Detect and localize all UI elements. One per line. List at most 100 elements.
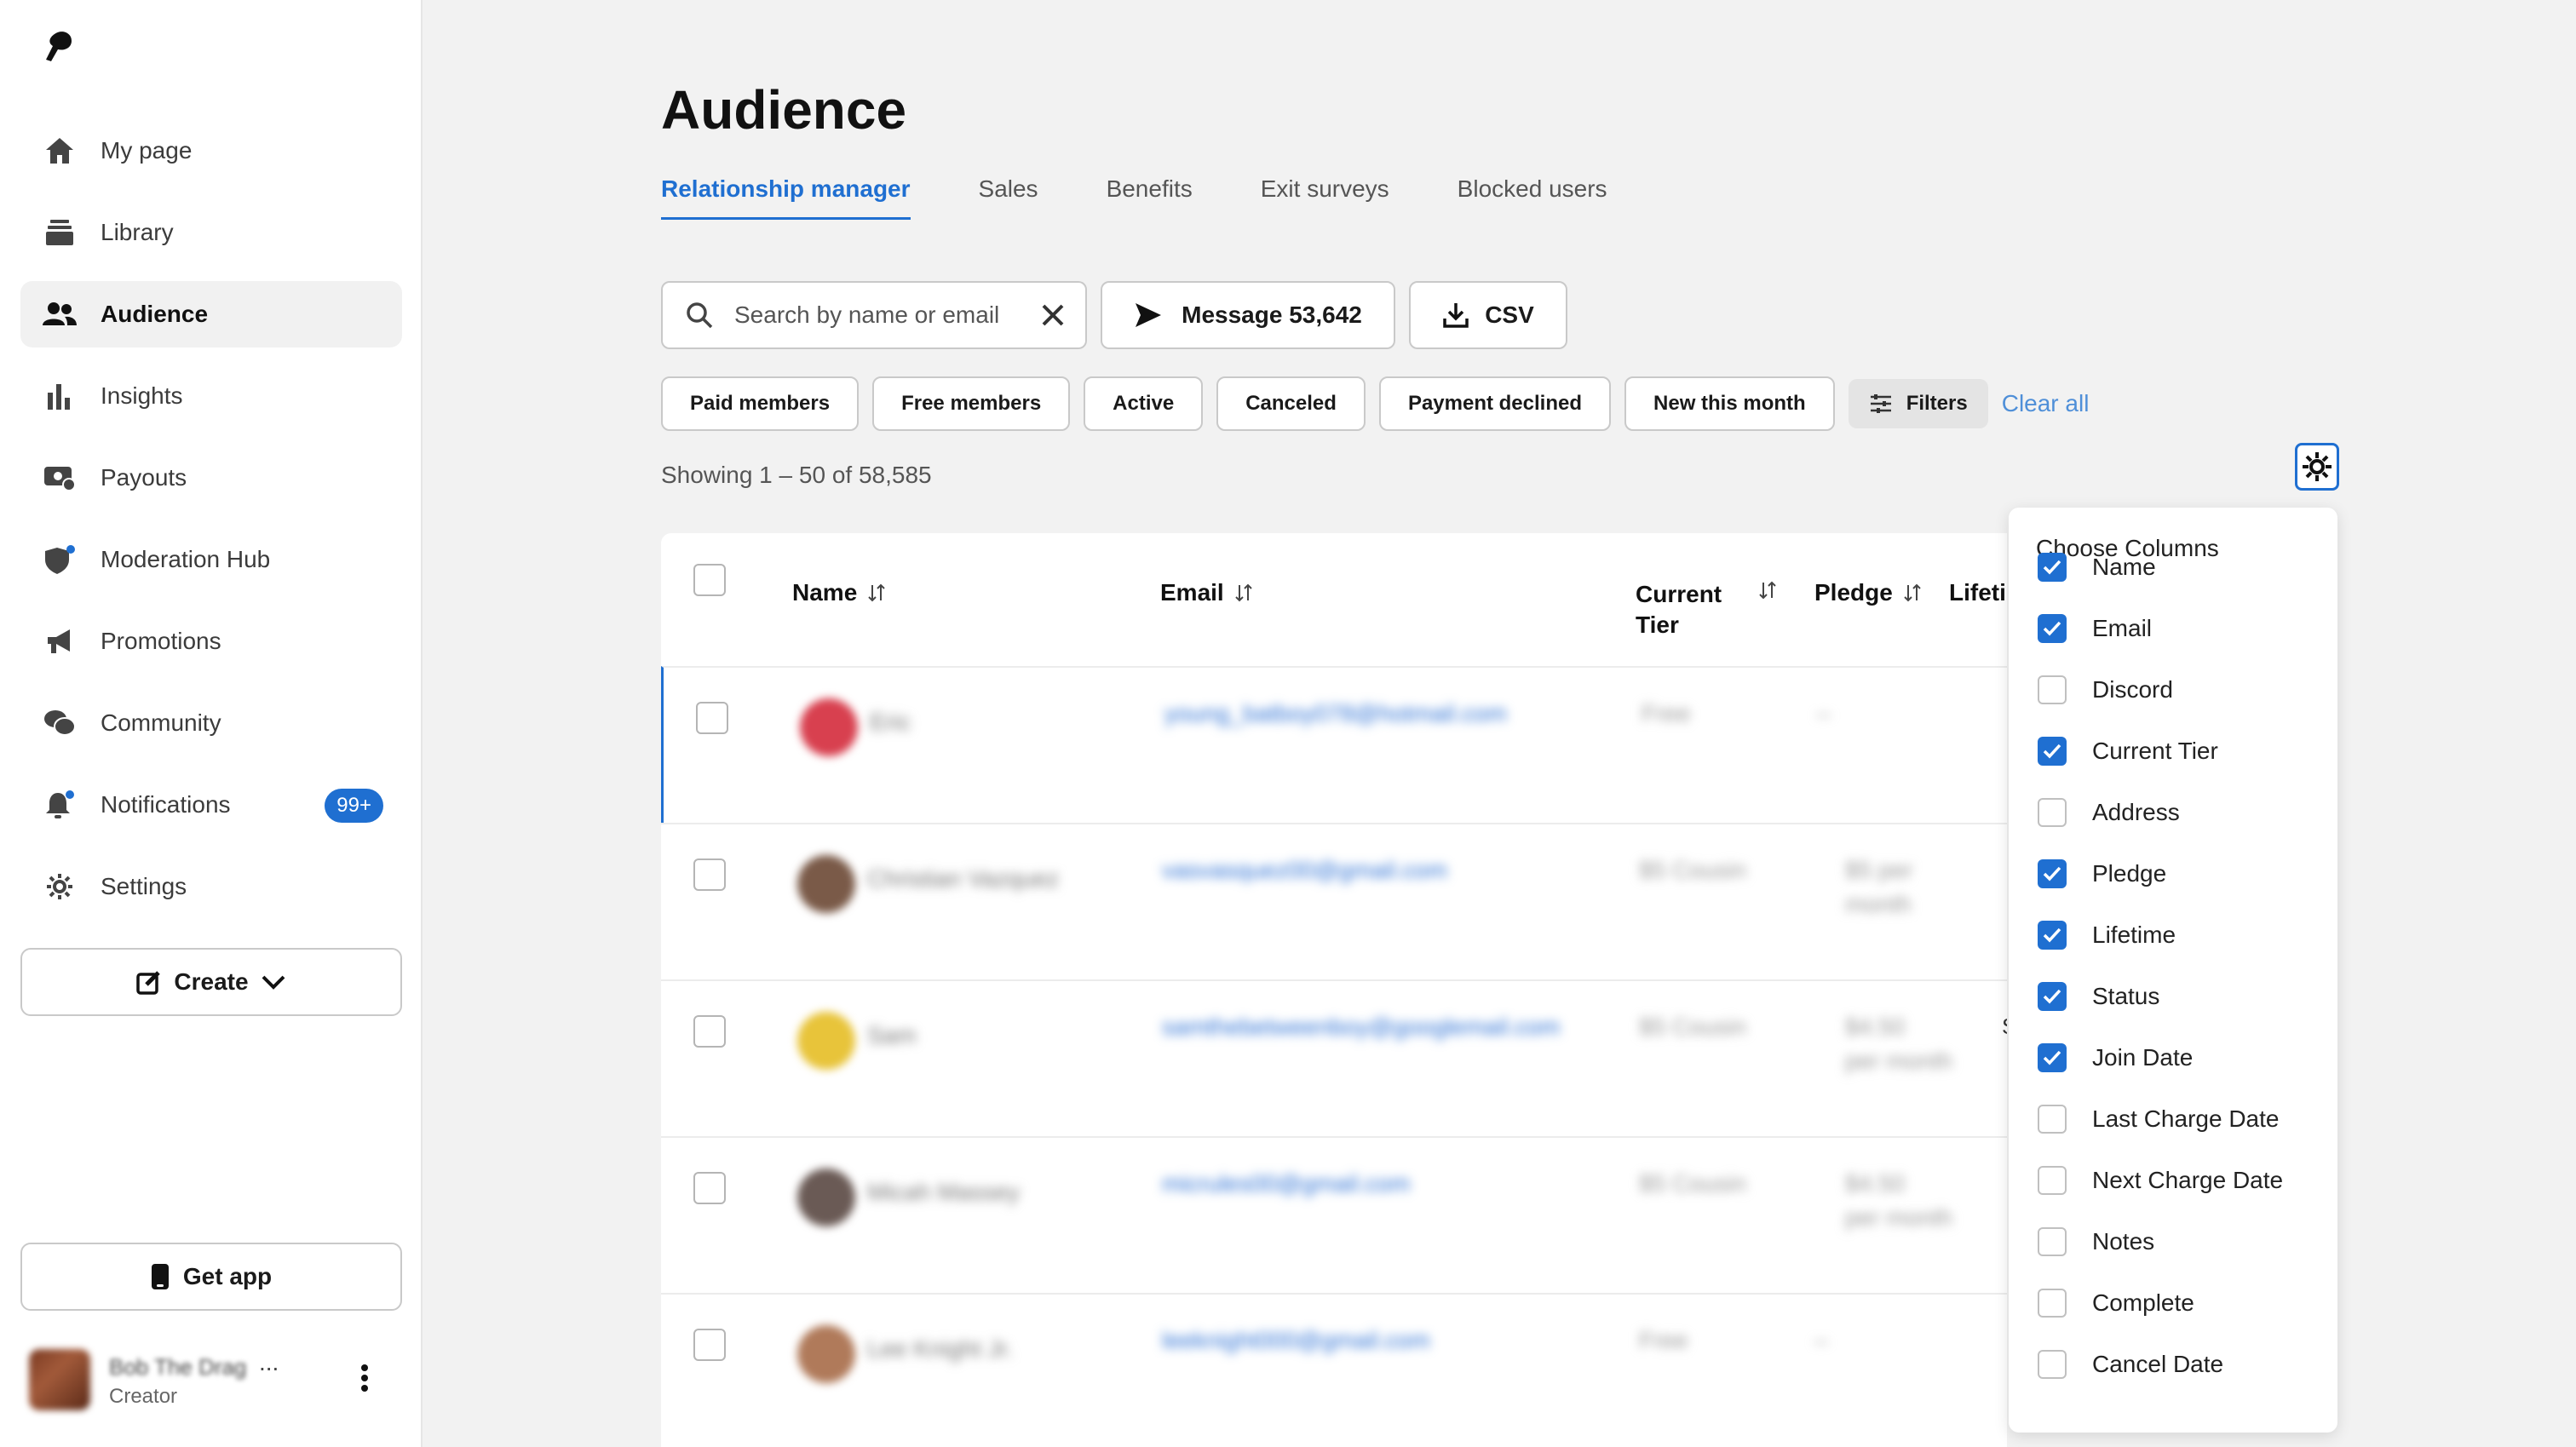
filters-button[interactable]: Filters [1848, 379, 1988, 428]
column-option-status[interactable]: Status [2038, 979, 2159, 1013]
column-option-label: Email [2092, 615, 2153, 641]
column-checkbox[interactable] [2038, 982, 2067, 1011]
column-header-pledge[interactable]: Pledge [1814, 579, 1922, 606]
sidebar-item-label: Moderation Hub [101, 546, 271, 572]
column-checkbox[interactable] [2038, 614, 2067, 643]
column-option-label: Name [2092, 554, 2156, 580]
sidebar-item-community[interactable]: Community [20, 690, 402, 756]
sidebar-item-insights[interactable]: Insights [20, 363, 402, 429]
column-settings-button[interactable] [2295, 443, 2339, 491]
sidebar-item-settings[interactable]: Settings [20, 853, 402, 920]
header-label: Tier [1636, 612, 1679, 638]
column-option-email[interactable]: Email [2038, 612, 2152, 646]
patreon-logo[interactable] [43, 29, 73, 63]
row-checkbox[interactable] [693, 1172, 726, 1204]
column-option-label: Status [2092, 983, 2160, 1009]
column-checkbox[interactable] [2038, 921, 2067, 950]
column-option-pledge[interactable]: Pledge [2038, 857, 2166, 891]
column-checkbox[interactable] [2038, 1289, 2067, 1318]
select-all-checkbox[interactable] [693, 564, 726, 596]
chip-canceled[interactable]: Canceled [1216, 376, 1366, 431]
column-option-join-date[interactable]: Join Date [2038, 1041, 2193, 1075]
column-option-cancel-date[interactable]: Cancel Date [2038, 1347, 2223, 1381]
sidebar-item-label: Promotions [101, 628, 221, 654]
profile[interactable]: Bob The Drag ... Creator [29, 1346, 404, 1414]
chip-active[interactable]: Active [1084, 376, 1204, 431]
row-checkbox[interactable] [693, 1015, 726, 1048]
column-checkbox[interactable] [2038, 553, 2067, 582]
column-checkbox[interactable] [2038, 675, 2067, 704]
sidebar-item-notifications[interactable]: Notifications 99+ [20, 772, 402, 838]
table-row[interactable]: Sam samthebetweenboy@googlemail.com $5 C… [661, 979, 2007, 1136]
member-name[interactable]: Sam [867, 1022, 917, 1049]
column-option-lifetime[interactable]: Lifetime [2038, 918, 2176, 952]
column-checkbox[interactable] [2038, 737, 2067, 766]
column-option-address[interactable]: Address [2038, 795, 2180, 830]
column-checkbox[interactable] [2038, 1105, 2067, 1134]
column-option-last-charge-date[interactable]: Last Charge Date [2038, 1102, 2279, 1136]
column-option-current-tier[interactable]: Current Tier [2038, 734, 2218, 768]
close-icon[interactable] [1041, 303, 1065, 327]
column-option-discord[interactable]: Discord [2038, 673, 2173, 707]
tab-benefits[interactable]: Benefits [1107, 175, 1193, 220]
sort-icon[interactable] [1758, 581, 1777, 600]
member-pledge-period: per month [1845, 1204, 1953, 1231]
member-name[interactable]: Eric [870, 709, 911, 736]
column-header-name[interactable]: Name [792, 579, 886, 606]
chip-new-this-month[interactable]: New this month [1624, 376, 1835, 431]
column-option-label: Current Tier [2092, 738, 2218, 764]
column-checkbox[interactable] [2038, 1166, 2067, 1195]
sidebar-item-my-page[interactable]: My page [20, 118, 402, 184]
member-email[interactable]: young_batboy078@hotmail.com [1164, 700, 1507, 727]
column-checkbox[interactable] [2038, 859, 2067, 888]
member-name[interactable]: Micah Massey [867, 1179, 1020, 1206]
sidebar-item-moderation-hub[interactable]: Moderation Hub [20, 526, 402, 593]
column-checkbox[interactable] [2038, 1350, 2067, 1379]
member-email[interactable]: micrules00@gmail.com [1162, 1170, 1410, 1197]
tab-relationship-manager[interactable]: Relationship manager [661, 175, 911, 220]
sidebar-item-audience[interactable]: Audience [20, 281, 402, 347]
tab-bar: Relationship manager Sales Benefits Exit… [661, 175, 1676, 220]
table-row[interactable]: Lee Knight Jr. leeknight000@gmail.com Fr… [661, 1293, 2007, 1447]
member-name[interactable]: Lee Knight Jr. [867, 1335, 1013, 1363]
table-row[interactable]: Christian Vazquez vasvasquez00@gmail.com… [661, 823, 2007, 979]
chip-free-members[interactable]: Free members [872, 376, 1071, 431]
tab-exit-surveys[interactable]: Exit surveys [1261, 175, 1389, 220]
clear-all-link[interactable]: Clear all [2002, 390, 2090, 417]
column-checkbox[interactable] [2038, 1043, 2067, 1072]
sidebar-item-payouts[interactable]: Payouts [20, 445, 402, 511]
column-option-notes[interactable]: Notes [2038, 1225, 2154, 1259]
more-options-icon[interactable] [359, 1363, 370, 1393]
column-checkbox[interactable] [2038, 798, 2067, 827]
csv-download-button[interactable]: CSV [1409, 281, 1567, 349]
member-email[interactable]: samthebetweenboy@googlemail.com [1162, 1013, 1560, 1041]
member-email[interactable]: leeknight000@gmail.com [1162, 1327, 1430, 1354]
column-header-current-tier[interactable]: Current Tier [1636, 579, 1722, 640]
column-option-next-charge-date[interactable]: Next Charge Date [2038, 1163, 2283, 1197]
chip-payment-declined[interactable]: Payment declined [1378, 376, 1612, 431]
sidebar-item-label: Settings [101, 873, 187, 899]
row-checkbox[interactable] [693, 858, 726, 891]
row-checkbox[interactable] [696, 702, 728, 734]
row-checkbox[interactable] [693, 1329, 726, 1361]
table-row[interactable]: Eric young_batboy078@hotmail.com Free – [661, 666, 2007, 823]
search-input[interactable]: Search by name or email [661, 281, 1087, 349]
member-name[interactable]: Christian Vazquez [867, 865, 1059, 893]
column-option-name[interactable]: Name [2038, 550, 2156, 584]
column-header-email[interactable]: Email [1160, 579, 1253, 606]
column-option-complete[interactable]: Complete [2038, 1286, 2194, 1320]
column-header-lifetime[interactable]: Lifetir [1949, 579, 2007, 606]
tab-blocked-users[interactable]: Blocked users [1458, 175, 1607, 220]
sidebar-item-label: Community [101, 709, 221, 736]
sidebar-item-library[interactable]: Library [20, 199, 402, 266]
create-button[interactable]: Create [20, 948, 402, 1016]
member-pledge: – [1817, 700, 1831, 726]
member-email[interactable]: vasvasquez00@gmail.com [1162, 857, 1447, 884]
get-app-button[interactable]: Get app [20, 1243, 402, 1311]
column-checkbox[interactable] [2038, 1227, 2067, 1256]
message-button[interactable]: Message 53,642 [1101, 281, 1395, 349]
chip-paid-members[interactable]: Paid members [661, 376, 860, 431]
tab-sales[interactable]: Sales [979, 175, 1038, 220]
sidebar-item-promotions[interactable]: Promotions [20, 608, 402, 675]
table-row[interactable]: Micah Massey micrules00@gmail.com $5 Cou… [661, 1136, 2007, 1293]
